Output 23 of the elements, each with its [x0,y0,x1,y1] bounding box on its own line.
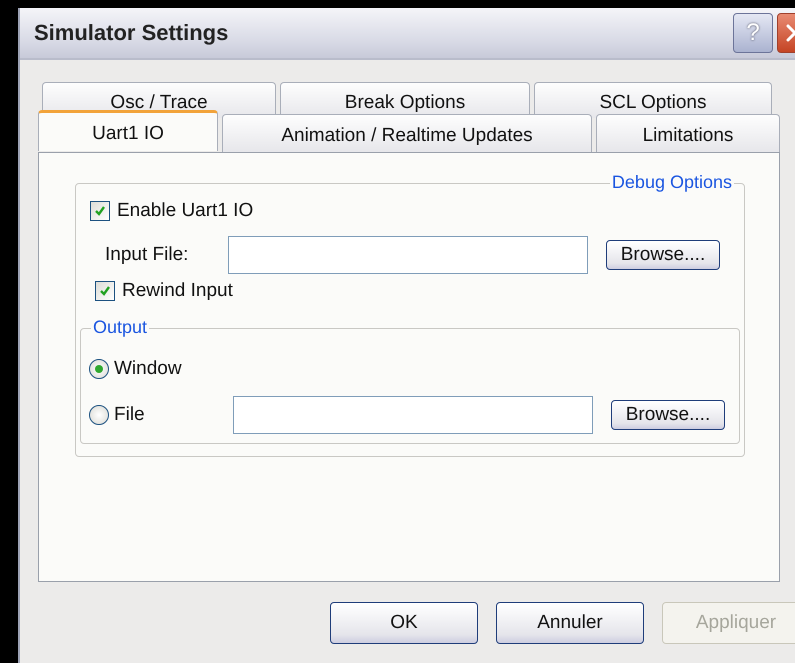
radio-button[interactable] [89,359,109,379]
checkbox-label: Rewind Input [122,280,233,302]
checkbox[interactable] [95,281,115,301]
browse-button[interactable]: Browse.... [606,240,720,270]
dialog-button[interactable]: Annuler [496,602,644,644]
browse-button[interactable]: Browse.... [611,400,725,430]
check-icon [94,205,106,217]
radio-button[interactable] [89,405,109,425]
window-title: Simulator Settings [34,20,228,46]
field-label: Input File: [104,244,190,266]
radio-label: File [114,404,145,426]
check-icon [99,285,111,297]
checkbox[interactable] [90,201,110,221]
input-field[interactable] [228,236,588,274]
group-title: Debug Options [610,172,734,193]
group-title: Output [91,317,150,338]
radio-label: Window [114,358,182,380]
tab[interactable]: Animation / Realtime Updates [222,114,592,152]
checkbox-label: Enable Uart1 IO [117,200,254,222]
input-field[interactable] [233,396,593,434]
dialog-button[interactable]: OK [330,602,478,644]
tab[interactable]: Limitations [596,114,780,152]
tab[interactable]: Uart1 IO [38,110,218,151]
